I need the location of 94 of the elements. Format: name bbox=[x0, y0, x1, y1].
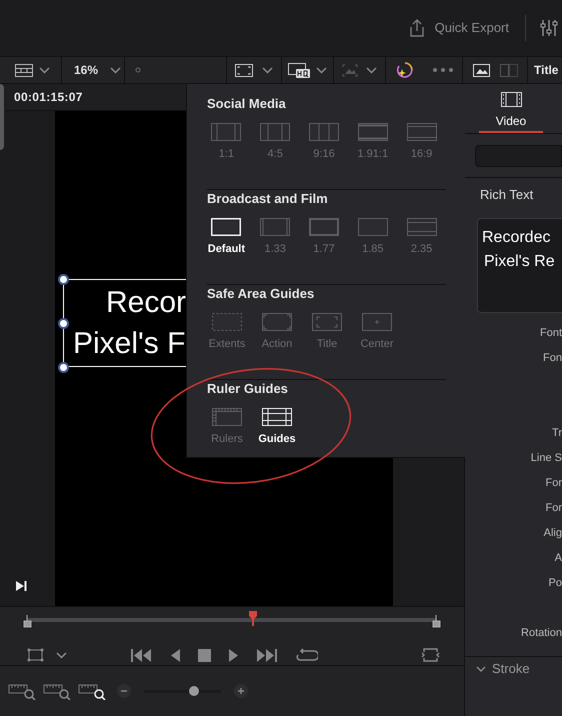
caret-icon bbox=[366, 66, 377, 74]
title-text: Recor bbox=[105, 285, 188, 321]
guide-option[interactable]: 16:9 bbox=[397, 123, 446, 162]
guide-preview-icon bbox=[362, 313, 392, 331]
guide-preview-icon bbox=[262, 313, 292, 331]
guide-option[interactable]: Guides bbox=[252, 408, 302, 448]
section-title: Rich Text bbox=[479, 186, 534, 204]
text-editor[interactable]: Recordec Pixel's Re bbox=[477, 218, 562, 312]
crop-frame-icon[interactable] bbox=[27, 648, 44, 662]
property-label: Line S bbox=[530, 450, 562, 466]
guide-preview-icon bbox=[212, 408, 242, 426]
resize-handle[interactable] bbox=[58, 362, 69, 373]
inspector-title: Title bbox=[534, 62, 558, 79]
guide-option[interactable]: Extents bbox=[202, 313, 252, 352]
guide-option[interactable]: 1.85 bbox=[348, 218, 398, 258]
guide-option[interactable]: Title bbox=[302, 313, 352, 352]
guide-option[interactable]: 1.91:1 bbox=[348, 123, 398, 162]
in-point-handle[interactable] bbox=[23, 615, 32, 628]
zoom-slider-thumb[interactable] bbox=[189, 686, 200, 696]
caret-icon bbox=[110, 66, 122, 74]
caret-icon bbox=[316, 66, 327, 74]
skip-to-end-icon[interactable] bbox=[257, 648, 278, 662]
guide-option[interactable]: 1.77 bbox=[300, 218, 348, 258]
property-label: For bbox=[546, 500, 562, 516]
resize-handle[interactable] bbox=[58, 274, 69, 285]
editor-text: Pixel's Re bbox=[483, 252, 556, 272]
caret-icon bbox=[262, 66, 273, 74]
chevron-down-icon[interactable] bbox=[476, 666, 486, 672]
property-label: Tr bbox=[552, 426, 562, 440]
quick-export-button[interactable]: Quick Export bbox=[434, 18, 509, 38]
caret-icon bbox=[39, 66, 50, 74]
guide-option[interactable]: Rulers bbox=[202, 408, 252, 448]
property-label: Alig bbox=[544, 526, 562, 540]
property-label: Po bbox=[548, 576, 562, 590]
layout-icon[interactable] bbox=[15, 64, 33, 76]
playhead[interactable] bbox=[248, 611, 258, 626]
guide-option[interactable]: 9:16 bbox=[300, 123, 348, 162]
guide-preview-icon bbox=[262, 408, 292, 426]
guide-preview-icon bbox=[406, 123, 437, 141]
section-title: Social Media bbox=[207, 96, 287, 113]
property-label: A bbox=[554, 550, 562, 566]
play-reverse-icon[interactable] bbox=[170, 648, 180, 662]
hq-icon[interactable] bbox=[288, 62, 310, 78]
caret-icon bbox=[56, 652, 67, 658]
section-title: Safe Area Guides bbox=[207, 286, 316, 303]
search-field[interactable] bbox=[475, 145, 562, 167]
guide-option[interactable]: 1:1 bbox=[202, 123, 251, 162]
guide-option[interactable]: 1.33 bbox=[250, 218, 300, 258]
skip-to-start-icon[interactable] bbox=[131, 648, 152, 662]
out-point-handle[interactable] bbox=[432, 615, 441, 628]
more-icon[interactable] bbox=[433, 68, 453, 72]
stop-icon[interactable] bbox=[198, 648, 211, 662]
guide-preview-icon bbox=[308, 218, 339, 236]
title-text: Pixel's F bbox=[72, 326, 186, 362]
zoom-out-icon[interactable] bbox=[117, 684, 131, 698]
property-label: Fon bbox=[543, 350, 562, 366]
play-icon[interactable] bbox=[229, 648, 239, 662]
guide-option[interactable]: Center bbox=[352, 313, 402, 352]
guide-option[interactable]: 2.35 bbox=[397, 218, 446, 258]
scrollbar[interactable] bbox=[0, 84, 4, 150]
section-header[interactable]: Stroke bbox=[492, 659, 530, 679]
loop-icon[interactable] bbox=[296, 648, 318, 662]
mixer-icon[interactable] bbox=[540, 19, 558, 37]
guide-option[interactable]: 4:5 bbox=[250, 123, 300, 162]
play-to-end-icon[interactable] bbox=[15, 580, 27, 592]
guide-option[interactable]: Action bbox=[252, 313, 302, 352]
film-icon bbox=[500, 92, 522, 107]
zoom-level[interactable]: 16% bbox=[74, 61, 98, 79]
fullscreen-icon[interactable] bbox=[421, 648, 440, 662]
dot-icon bbox=[135, 67, 141, 73]
guide-preview-icon bbox=[211, 123, 242, 141]
property-label: Rotation bbox=[521, 626, 562, 640]
guide-preview-icon bbox=[406, 218, 437, 236]
frame-icon[interactable] bbox=[235, 64, 253, 76]
section-title: Broadcast and Film bbox=[207, 191, 329, 208]
section-title: Ruler Guides bbox=[207, 381, 289, 398]
sparkle-icon[interactable] bbox=[396, 61, 414, 79]
property-label: For bbox=[546, 476, 562, 490]
resize-handle[interactable] bbox=[58, 318, 69, 329]
zoom-icon[interactable] bbox=[78, 682, 106, 700]
guide-preview-icon bbox=[211, 218, 242, 236]
guide-preview-icon bbox=[312, 313, 342, 331]
guide-preview-icon bbox=[260, 123, 290, 141]
zoom-in-icon[interactable] bbox=[234, 684, 248, 698]
guide-option[interactable]: Default bbox=[202, 218, 251, 258]
guide-preview-icon bbox=[358, 218, 388, 236]
property-label: Font bbox=[540, 326, 562, 340]
timecode: 00:01:15:07 bbox=[14, 89, 83, 106]
guide-preview-icon bbox=[212, 313, 242, 331]
guide-preview-icon bbox=[308, 123, 339, 141]
editor-text: Recordec bbox=[481, 228, 552, 248]
guide-preview-icon bbox=[260, 218, 290, 236]
guide-preview-icon bbox=[358, 123, 388, 141]
inspector-tab[interactable]: Video bbox=[479, 84, 543, 133]
